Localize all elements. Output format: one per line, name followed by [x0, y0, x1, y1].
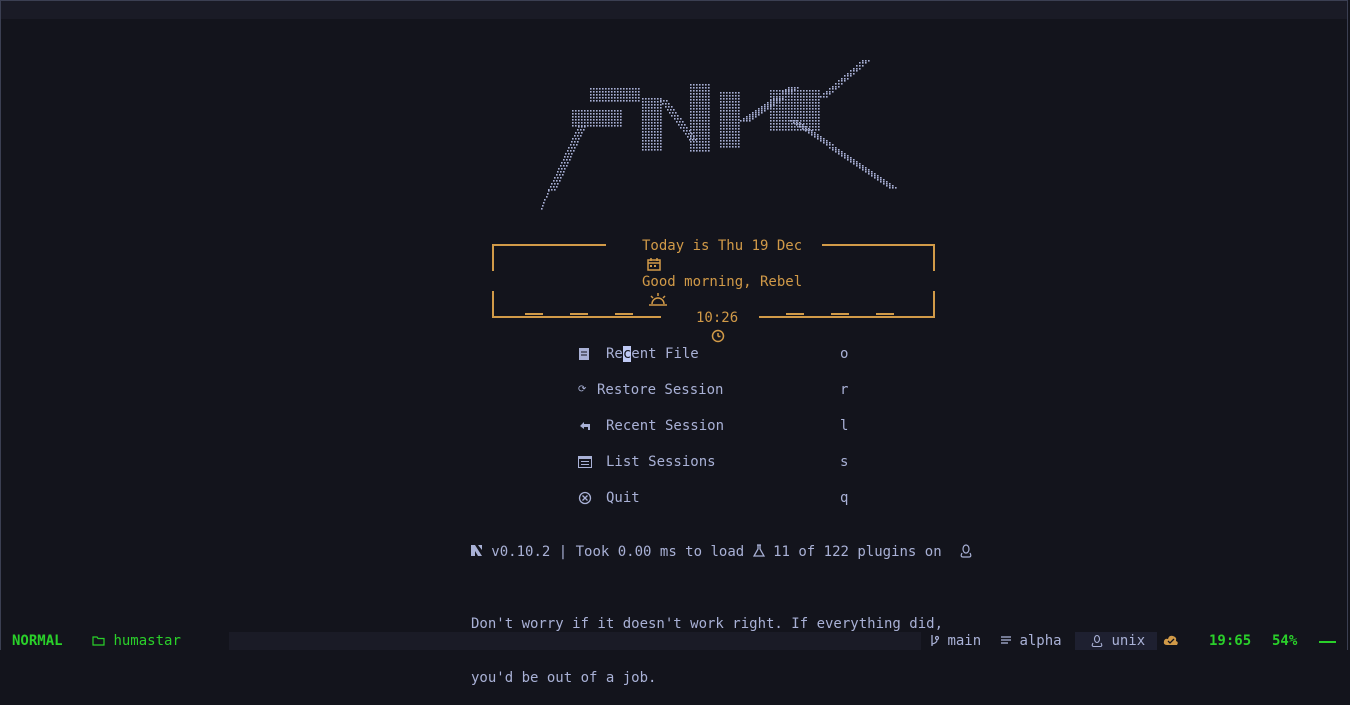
linux-icon [959, 544, 973, 560]
cwd-indicator: humastar [92, 632, 181, 650]
version-text: v0.10.2 [491, 544, 551, 560]
linux-icon [1091, 633, 1103, 649]
menu-item-recent-file[interactable]: Recent File o [578, 345, 858, 363]
return-arrow-icon [578, 417, 592, 435]
quote-line-2: you'd be out of a job. [471, 670, 657, 686]
cwd-text: humastar [113, 633, 181, 649]
filetype: alpha [1001, 632, 1062, 650]
time-indicator: 19:65 [1209, 633, 1252, 649]
menu-item-list-sessions[interactable]: List Sessions s [578, 453, 858, 471]
text-cursor: c [622, 346, 632, 362]
menu-item-recent-session[interactable]: Recent Session l [578, 417, 858, 435]
menu-item-restore-session[interactable]: ⟳ Restore Session r [578, 381, 858, 399]
file-icon [578, 345, 592, 363]
menu-item-quit[interactable]: Quit q [578, 489, 858, 507]
plugins-text: 11 of 122 plugins on [773, 544, 942, 560]
menu-label: Restore Session [597, 382, 724, 398]
git-branch-icon [929, 633, 940, 649]
fileformat-text: unix [1111, 633, 1146, 649]
plugin-stats: v0.10.2 | Took 0.00 ms to load 11 of 122… [453, 525, 973, 560]
greeting-text: Good morning, Rebel [642, 274, 803, 290]
cloud-check-icon [1163, 632, 1179, 650]
menu-shortcut: r [840, 382, 849, 398]
scroll-bar [1319, 641, 1336, 643]
filetype-text: alpha [1019, 633, 1062, 649]
menu-shortcut: q [840, 490, 849, 506]
restore-icon: ⟳ [578, 384, 587, 395]
branch-text: main [947, 633, 982, 649]
menu-label: Quit [606, 490, 640, 506]
neovim-icon [470, 544, 483, 560]
date-text: Today is Thu 19 Dec [642, 238, 803, 254]
flask-icon [752, 544, 765, 560]
git-branch[interactable]: main [929, 632, 981, 650]
scroll-percent: 54% [1272, 633, 1298, 649]
clock-text: 10:26 [696, 310, 739, 326]
fileformat: unix [1075, 632, 1157, 650]
menu-shortcut: o [840, 346, 849, 362]
quote-line-1: Don't worry if it doesn't work right. If… [471, 616, 944, 632]
folder-icon [92, 633, 105, 649]
statusline-fill [229, 632, 921, 650]
menu-shortcut: l [840, 418, 849, 434]
menu-label: List Sessions [606, 454, 716, 470]
menu-shortcut: s [840, 454, 849, 470]
menu-label: Recent Session [606, 418, 725, 434]
lines-icon [1001, 633, 1011, 649]
statusline: NORMAL humastar main alpha unix 19:65 54… [1, 632, 1347, 650]
close-circle-icon [578, 489, 592, 507]
load-time-text: | Took 0.00 ms to load [558, 544, 745, 560]
list-icon [578, 453, 592, 471]
ascii-logo [541, 60, 897, 210]
mode-indicator: NORMAL [12, 633, 63, 649]
menu-label: Recent File [606, 346, 699, 362]
